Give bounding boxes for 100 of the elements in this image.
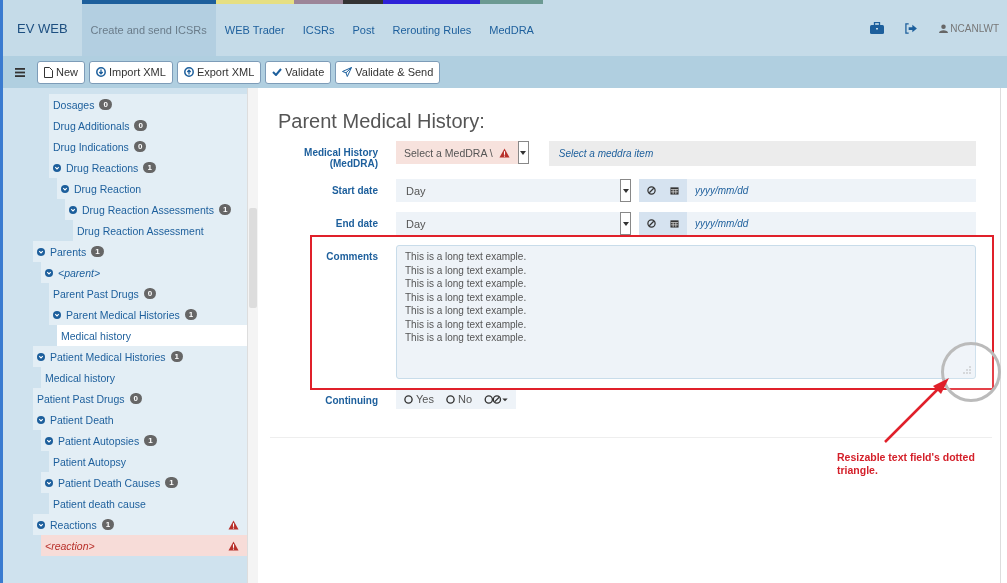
- dropdown-button[interactable]: [517, 141, 529, 164]
- tree-item[interactable]: Drug Reaction Assessments 1: [65, 199, 247, 220]
- caret-icon: [520, 150, 527, 155]
- toolbar-button[interactable]: Export XML: [176, 60, 262, 84]
- toolbar-button[interactable]: Import XML: [89, 60, 173, 84]
- chevron-circle-icon[interactable]: [37, 247, 45, 256]
- tree-label: Medical history: [45, 371, 116, 384]
- tree-item[interactable]: Medical history: [41, 367, 247, 388]
- app-brand[interactable]: EV WEB: [3, 0, 82, 56]
- precision-select[interactable]: Day: [396, 179, 620, 202]
- tree-item[interactable]: Patient Medical Histories 1: [33, 346, 247, 367]
- count-badge: 1: [170, 351, 183, 362]
- tree-label: <parent>: [58, 266, 101, 279]
- count-badge: 0: [143, 288, 157, 299]
- dropdown-button[interactable]: [620, 179, 631, 202]
- chevron-circle-icon[interactable]: [69, 205, 77, 214]
- tree-label: Drug Indications: [53, 140, 129, 153]
- magnifier-circle: [941, 342, 1001, 402]
- chevron-circle-icon[interactable]: [45, 436, 53, 445]
- caret-icon: [622, 221, 629, 226]
- count-badge: 0: [129, 393, 142, 404]
- clear-icon[interactable]: [647, 186, 656, 195]
- chevron-circle-icon[interactable]: [37, 352, 45, 361]
- tree-label: Parent Medical Histories: [66, 308, 180, 321]
- tree-label: <reaction>: [45, 539, 95, 552]
- toolbar-button[interactable]: New: [37, 60, 85, 84]
- tree-item[interactable]: Reactions 1: [33, 514, 247, 535]
- tree-item[interactable]: Patient death cause: [49, 493, 247, 514]
- field-label: Medical History (MedDRA): [303, 146, 379, 169]
- user-icon: [939, 23, 949, 33]
- annotation-note: Resizable text field's dotted triangle.: [837, 451, 976, 477]
- chevron-circle-icon[interactable]: [45, 478, 53, 487]
- count-badge: 1: [101, 519, 115, 530]
- caret-icon: [622, 188, 629, 193]
- user-menu[interactable]: NCANLWT: [939, 0, 999, 56]
- tree-label: Drug Additionals: [53, 119, 130, 132]
- tree-item[interactable]: Patient Death: [33, 409, 247, 430]
- circle-arrow-icon: [183, 67, 194, 77]
- count-badge: 0: [134, 120, 147, 131]
- field-label: Start date: [330, 184, 379, 198]
- chevron-circle-icon[interactable]: [37, 415, 45, 424]
- clear-icon[interactable]: [647, 219, 656, 228]
- field-label: End date: [334, 217, 379, 231]
- tree-label: Drug Reaction Assessments: [82, 203, 214, 216]
- tree-label: Patient death cause: [53, 497, 146, 510]
- meddra-select[interactable]: Select a MedDRA \: [396, 141, 518, 164]
- precision-select[interactable]: Day: [396, 212, 620, 235]
- briefcase-icon[interactable]: [870, 22, 885, 34]
- chevron-circle-icon[interactable]: [53, 163, 61, 172]
- tree-item[interactable]: <reaction>: [41, 535, 247, 556]
- dropdown-button[interactable]: [620, 212, 631, 235]
- document-icon: [44, 66, 53, 78]
- calendar-icon[interactable]: [670, 186, 679, 195]
- tree-label: Patient Death: [50, 413, 114, 426]
- date-field[interactable]: yyyy/mm/dd: [687, 179, 976, 202]
- meddra-item-field[interactable]: Select a meddra item: [548, 141, 976, 166]
- count-badge: 0: [99, 99, 112, 110]
- count-badge: 1: [218, 204, 232, 215]
- tree-item[interactable]: Drug Reaction: [57, 178, 247, 199]
- count-badge: 1: [184, 309, 198, 320]
- chevron-circle-icon[interactable]: [37, 520, 45, 529]
- radio-option[interactable]: No: [445, 393, 472, 405]
- count-badge: 1: [91, 246, 104, 257]
- tree-item[interactable]: Patient Autopsy: [49, 451, 247, 472]
- tree-label: Drug Reaction Assessment: [77, 224, 204, 237]
- tree-item[interactable]: Patient Past Drugs 0: [33, 388, 247, 409]
- tree-item[interactable]: Parents 1: [33, 241, 247, 262]
- calendar-icon[interactable]: [670, 219, 679, 228]
- tree-label: Drug Reactions: [66, 161, 139, 174]
- comments-text-area[interactable]: This is a long text example. This is a long text example. This is a long text example. This is a long text example. This is a long text example. This is a long text example. This is a long text example.: [396, 245, 976, 379]
- date-field[interactable]: yyyy/mm/dd: [687, 212, 976, 235]
- toolbar-button[interactable]: Validate & Send: [335, 60, 441, 84]
- tree-label: Patient Medical Histories: [50, 350, 166, 363]
- tree-item[interactable]: Drug Reaction Assessment: [73, 220, 247, 241]
- sign-out-icon[interactable]: [904, 22, 918, 34]
- tree-item[interactable]: <parent>: [41, 262, 247, 283]
- chevron-circle-icon[interactable]: [53, 310, 61, 319]
- tree-label: Parent Past Drugs: [53, 287, 139, 300]
- null-flavor-dropdown[interactable]: [484, 394, 508, 404]
- tree-item[interactable]: Drug Indications 0: [49, 136, 247, 157]
- tree-label: Drug Reaction: [74, 182, 142, 195]
- tree-item[interactable]: Dosages 0: [49, 94, 247, 115]
- tree-item[interactable]: Parent Medical Histories 1: [49, 304, 247, 325]
- tree-item[interactable]: Parent Past Drugs 0: [49, 283, 247, 304]
- tree-item[interactable]: Drug Additionals 0: [49, 115, 247, 136]
- radio-option[interactable]: Yes: [404, 393, 434, 405]
- scrollbar[interactable]: [247, 88, 258, 583]
- toolbar-button[interactable]: Validate: [265, 60, 332, 84]
- tree-label: Patient Past Drugs: [37, 392, 125, 405]
- null-flavor-icon: [484, 394, 508, 404]
- tree-item[interactable]: Patient Death Causes 1: [41, 472, 247, 493]
- menu-icon[interactable]: [15, 67, 25, 77]
- tree-item[interactable]: Medical history: [57, 325, 247, 346]
- count-badge: 1: [144, 435, 157, 446]
- count-badge: 1: [143, 162, 156, 173]
- tree-item[interactable]: Drug Reactions 1: [49, 157, 247, 178]
- tree-item[interactable]: Patient Autopsies 1: [41, 430, 247, 451]
- chevron-circle-icon[interactable]: [45, 268, 53, 277]
- chevron-circle-icon[interactable]: [61, 184, 69, 193]
- resize-grip-icon[interactable]: [963, 366, 971, 374]
